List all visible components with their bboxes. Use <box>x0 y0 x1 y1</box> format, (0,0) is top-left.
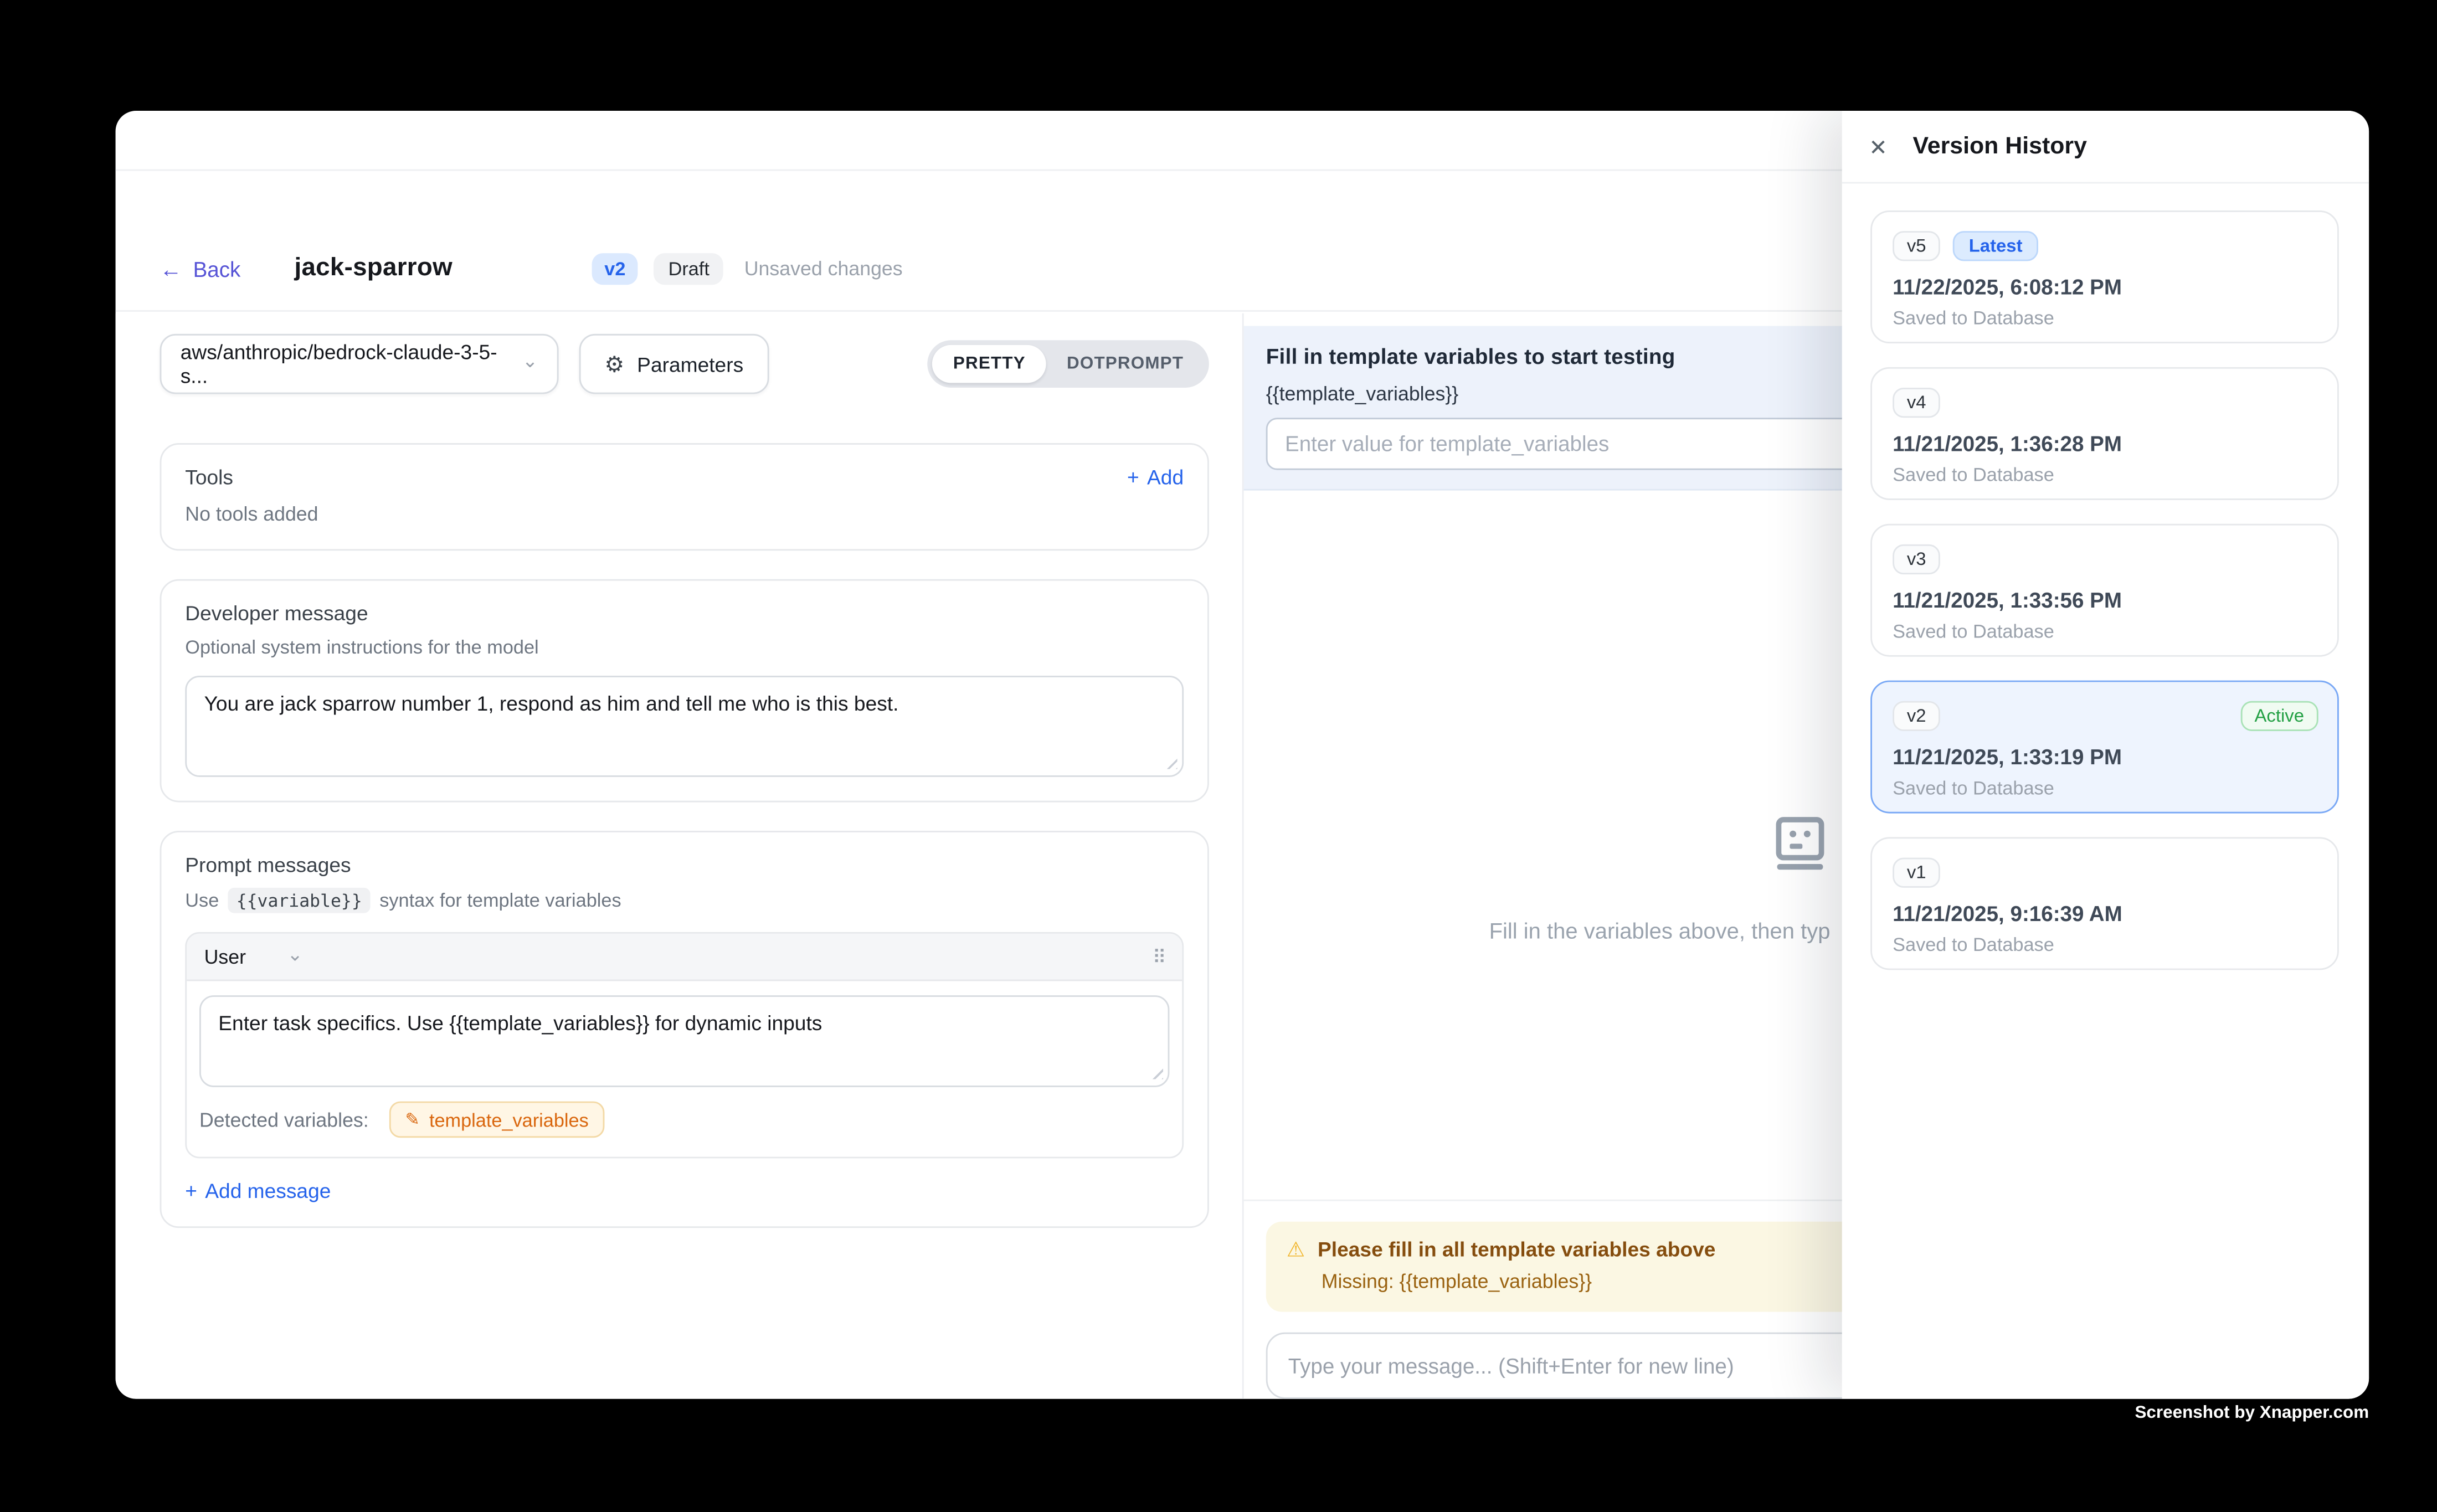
detected-variables-row: Detected variables: ✎ template_variables <box>187 1087 1182 1157</box>
add-message-label: Add message <box>205 1179 331 1203</box>
user-message-textarea[interactable]: Enter task specifics. Use {{template_var… <box>199 995 1169 1087</box>
hint-prefix: Use <box>185 889 219 912</box>
version-timestamp: 11/21/2025, 1:33:56 PM <box>1893 589 2317 613</box>
version-badge: v4 <box>1893 388 1940 418</box>
version-card-v2[interactable]: v2 Active 11/21/2025, 1:33:19 PM Saved t… <box>1870 681 2339 814</box>
empty-state-text: Fill in the variables above, then typ <box>1489 918 1831 943</box>
version-badge: v1 <box>1893 858 1940 888</box>
version-card-v3[interactable]: v3 11/21/2025, 1:33:56 PM Saved to Datab… <box>1870 524 2339 657</box>
add-message-button[interactable]: + Add message <box>185 1179 1184 1203</box>
model-select-value: aws/anthropic/bedrock-claude-3-5-s... <box>181 340 522 388</box>
page-title: jack-sparrow <box>294 255 452 283</box>
parameters-label: Parameters <box>637 352 743 376</box>
version-badge: v5 <box>1893 231 1940 261</box>
version-list: v5 Latest 11/22/2025, 6:08:12 PM Saved t… <box>1842 183 2369 970</box>
version-card-v4[interactable]: v4 11/21/2025, 1:36:28 PM Saved to Datab… <box>1870 367 2339 500</box>
active-badge: Active <box>2240 701 2318 731</box>
chevron-down-icon: ⌄ <box>287 944 303 963</box>
plus-icon: + <box>1127 465 1139 489</box>
close-icon[interactable]: ✕ <box>1869 135 1888 157</box>
warning-title: Please fill in all template variables ab… <box>1318 1237 1715 1261</box>
version-history-panel: ✕ Version History v5 Latest 11/22/2025, … <box>1842 111 2369 1399</box>
version-history-title: Version History <box>1913 133 2087 160</box>
version-badge: v2 <box>1893 701 1940 731</box>
tools-title: Tools <box>185 465 233 489</box>
tools-card: Tools + Add No tools added <box>160 443 1209 551</box>
version-timestamp: 11/21/2025, 1:36:28 PM <box>1893 432 2317 456</box>
bot-icon <box>1776 816 1825 878</box>
message-block: User ⌄ ⠿ Enter task specifics. Use {{tem… <box>185 932 1184 1159</box>
version-saved-status: Saved to Database <box>1893 620 2317 642</box>
screenshot-stage: ← Back jack-sparrow v2 Draft Unsaved cha… <box>0 0 2437 1512</box>
back-arrow-icon: ← <box>160 258 182 280</box>
prompt-editor-column: aws/anthropic/bedrock-claude-3-5-s... ⌄ … <box>116 313 1244 1399</box>
template-syntax-hint: Use {{variable}} syntax for template var… <box>185 888 1184 913</box>
version-timestamp: 11/21/2025, 9:16:39 AM <box>1893 902 2317 926</box>
variable-code-chip: {{variable}} <box>228 888 370 913</box>
toggle-dotprompt[interactable]: DOTPROMPT <box>1046 345 1204 383</box>
content-columns: aws/anthropic/bedrock-claude-3-5-s... ⌄ … <box>116 313 2369 1399</box>
developer-message-title: Developer message <box>185 601 1184 625</box>
chevron-down-icon: ⌄ <box>522 351 538 370</box>
pencil-icon: ✎ <box>405 1109 419 1130</box>
version-badge: v3 <box>1893 544 1940 574</box>
latest-badge: Latest <box>1953 231 2038 261</box>
gear-icon: ⚙ <box>604 353 624 375</box>
role-select[interactable]: User ⌄ <box>204 945 303 968</box>
header-badges: v2 Draft Unsaved changes <box>592 253 902 285</box>
toggle-pretty[interactable]: PRETTY <box>933 345 1046 383</box>
back-button[interactable]: ← Back <box>160 257 241 281</box>
model-toolbar: aws/anthropic/bedrock-claude-3-5-s... ⌄ … <box>160 334 1209 394</box>
hint-suffix: syntax for template variables <box>379 889 621 912</box>
developer-message-textarea[interactable]: You are jack sparrow number 1, respond a… <box>185 676 1184 777</box>
version-badge: v2 <box>592 253 638 285</box>
version-saved-status: Saved to Database <box>1893 777 2317 799</box>
template-variable-chip[interactable]: ✎ template_variables <box>389 1102 604 1138</box>
version-timestamp: 11/21/2025, 1:33:19 PM <box>1893 745 2317 769</box>
unsaved-changes-label: Unsaved changes <box>744 258 903 280</box>
model-select[interactable]: aws/anthropic/bedrock-claude-3-5-s... ⌄ <box>160 334 559 394</box>
back-label: Back <box>193 257 241 281</box>
version-history-header: ✕ Version History <box>1842 111 2369 183</box>
xnapper-watermark: Screenshot by Xnapper.com <box>2135 1403 2369 1422</box>
plus-icon: + <box>185 1179 197 1203</box>
version-saved-status: Saved to Database <box>1893 307 2317 329</box>
app-window: ← Back jack-sparrow v2 Draft Unsaved cha… <box>116 111 2369 1399</box>
drag-handle-icon[interactable]: ⠿ <box>1153 945 1165 968</box>
add-tool-label: Add <box>1147 465 1184 489</box>
developer-message-card: Developer message Optional system instru… <box>160 579 1209 803</box>
no-tools-text: No tools added <box>185 503 1184 526</box>
prompt-messages-card: Prompt messages Use {{variable}} syntax … <box>160 831 1209 1228</box>
developer-message-subtitle: Optional system instructions for the mod… <box>185 636 1184 659</box>
prompt-messages-title: Prompt messages <box>185 853 1184 877</box>
version-timestamp: 11/22/2025, 6:08:12 PM <box>1893 275 2317 299</box>
detected-variables-label: Detected variables: <box>199 1108 369 1130</box>
template-variable-chip-label: template_variables <box>429 1108 589 1130</box>
version-saved-status: Saved to Database <box>1893 464 2317 486</box>
add-tool-button[interactable]: + Add <box>1127 465 1184 489</box>
role-select-value: User <box>204 945 246 968</box>
version-saved-status: Saved to Database <box>1893 934 2317 956</box>
draft-badge: Draft <box>654 253 724 285</box>
version-card-v5[interactable]: v5 Latest 11/22/2025, 6:08:12 PM Saved t… <box>1870 210 2339 343</box>
warning-icon: ⚠ <box>1287 1239 1305 1259</box>
view-mode-toggle: PRETTY DOTPROMPT <box>928 340 1209 388</box>
parameters-button[interactable]: ⚙ Parameters <box>579 334 769 394</box>
message-header: User ⌄ ⠿ <box>187 934 1182 981</box>
version-card-v1[interactable]: v1 11/21/2025, 9:16:39 AM Saved to Datab… <box>1870 837 2339 970</box>
